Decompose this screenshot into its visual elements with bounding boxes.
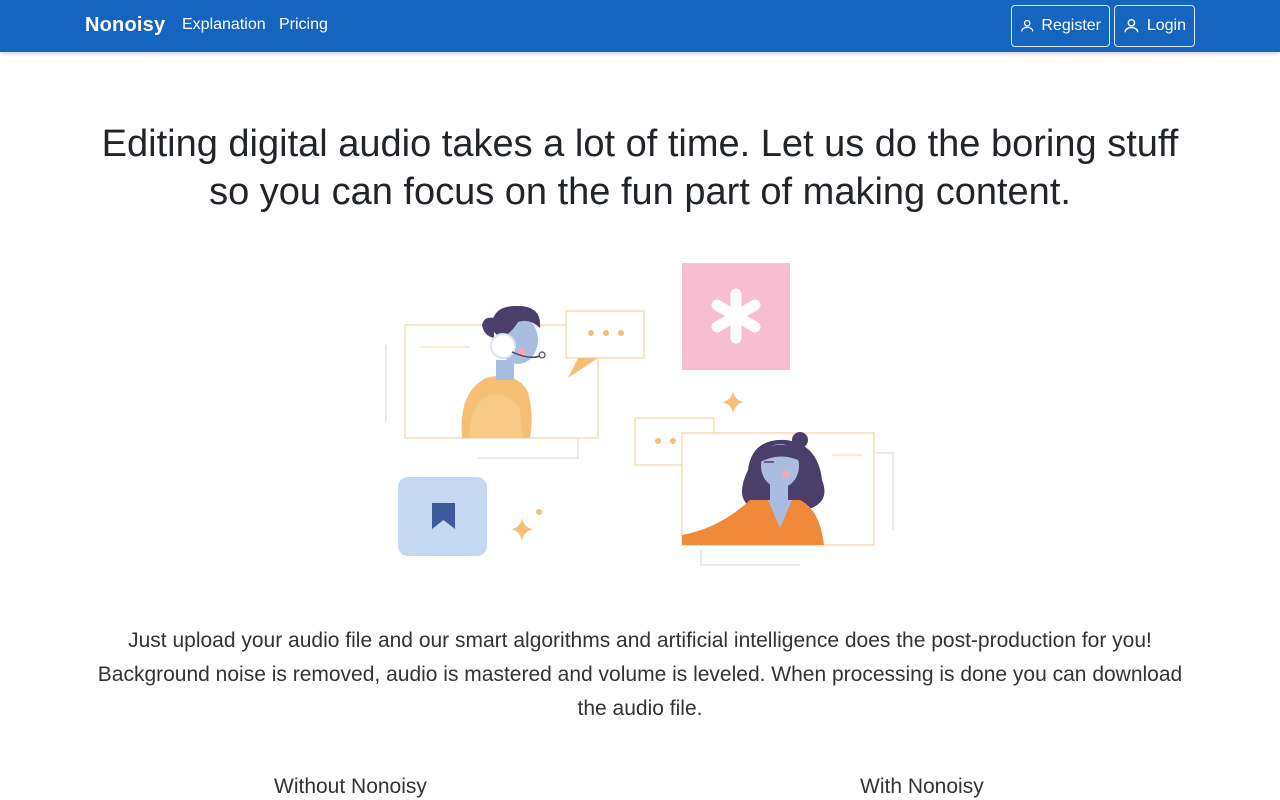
- nav-link-explanation[interactable]: Explanation: [182, 16, 266, 34]
- brand-logo[interactable]: Nonoisy: [85, 14, 165, 37]
- register-label: Register: [1041, 17, 1101, 34]
- login-button[interactable]: Login: [1114, 5, 1195, 47]
- hero-headline: Editing digital audio takes a lot of tim…: [101, 123, 1179, 213]
- register-button[interactable]: Register: [1011, 5, 1110, 47]
- bookmark-icon: [398, 477, 487, 556]
- nav-link-pricing[interactable]: Pricing: [279, 16, 328, 34]
- product-description: Just upload your audio file and our smar…: [97, 629, 1183, 720]
- user-icon: [1124, 19, 1139, 33]
- asterisk-icon: [682, 263, 790, 370]
- login-label: Login: [1146, 17, 1186, 34]
- navbar: Nonoisy Explanation Pricing Register Log…: [0, 0, 1280, 52]
- speech-bubble-icon: [565, 310, 645, 378]
- without-nonoisy-label: Without Nonoisy: [274, 775, 427, 798]
- hero-illustration: [385, 263, 894, 566]
- podcaster-woman-illustration: [681, 432, 894, 566]
- sparkle-icon: [511, 518, 533, 541]
- user-icon: [1021, 19, 1034, 32]
- with-nonoisy-label: With Nonoisy: [860, 775, 984, 798]
- sparkle-icon: [722, 391, 744, 413]
